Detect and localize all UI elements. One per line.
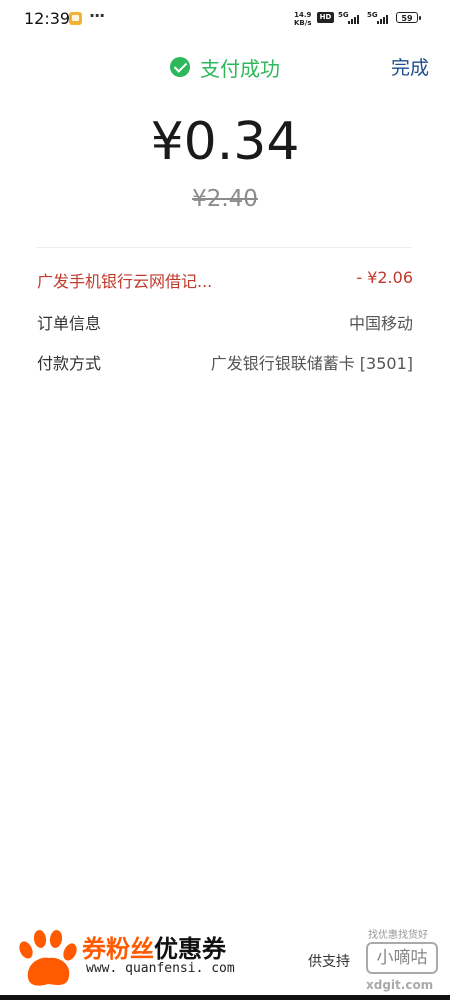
battery-icon: 59 — [396, 12, 421, 23]
notification-app-icon — [69, 12, 82, 25]
status-time: 12:39 — [24, 9, 71, 28]
signal-1-label: 5G — [338, 11, 349, 19]
payment-method-row: 付款方式 广发银行银联储蓄卡 [3501] — [37, 350, 413, 374]
signal-2-icon: 5G — [367, 11, 391, 25]
hd-voice-icon: HD — [317, 12, 334, 23]
network-speed-unit: KB/s — [294, 19, 312, 27]
payment-success-title: 支付成功 — [200, 57, 280, 81]
success-check-icon — [170, 57, 190, 77]
signal-1-icon: 5G — [338, 11, 362, 25]
paw-logo-icon — [19, 930, 77, 986]
network-speed-value: 14.9 — [294, 11, 312, 19]
divider — [37, 247, 412, 248]
discount-value: - ¥2.06 — [356, 268, 413, 287]
paid-amount: ¥0.34 — [150, 112, 300, 172]
xdg-logo: 小嘀咕 — [366, 942, 438, 974]
network-speed: 14.9 KB/s — [294, 11, 311, 27]
payment-method-value: 广发银行银联储蓄卡 [3501] — [210, 354, 413, 373]
watermark-brand-orange: 券粉丝 — [82, 935, 154, 963]
service-support-text: 供支持 — [308, 954, 350, 970]
status-bar: 12:39 ··· 14.9 KB/s HD 5G 5G 59 — [0, 0, 450, 36]
payment-method-label: 付款方式 — [37, 354, 102, 373]
bottom-strip — [0, 995, 450, 1000]
discount-row: 广发手机银行云网借记... - ¥2.06 — [37, 268, 413, 292]
order-info-value: 中国移动 — [348, 314, 413, 333]
discount-label: 广发手机银行云网借记... — [37, 272, 213, 291]
watermark-brand-black: 优惠券 — [154, 935, 226, 963]
watermark-brand: 券粉丝优惠券 — [82, 929, 226, 964]
xdg-url: xdgit.com — [366, 978, 434, 992]
more-notifications-icon: ··· — [89, 6, 105, 25]
order-info-row: 订单信息 中国移动 — [37, 310, 413, 334]
signal-2-label: 5G — [367, 11, 378, 19]
watermark-url: www. quanfensi. com — [86, 961, 235, 976]
xdg-slogan: 找优惠找货好 — [368, 930, 428, 941]
done-button[interactable]: 完成 — [391, 53, 429, 80]
order-info-label: 订单信息 — [37, 314, 102, 333]
original-amount: ¥2.40 — [192, 186, 258, 212]
